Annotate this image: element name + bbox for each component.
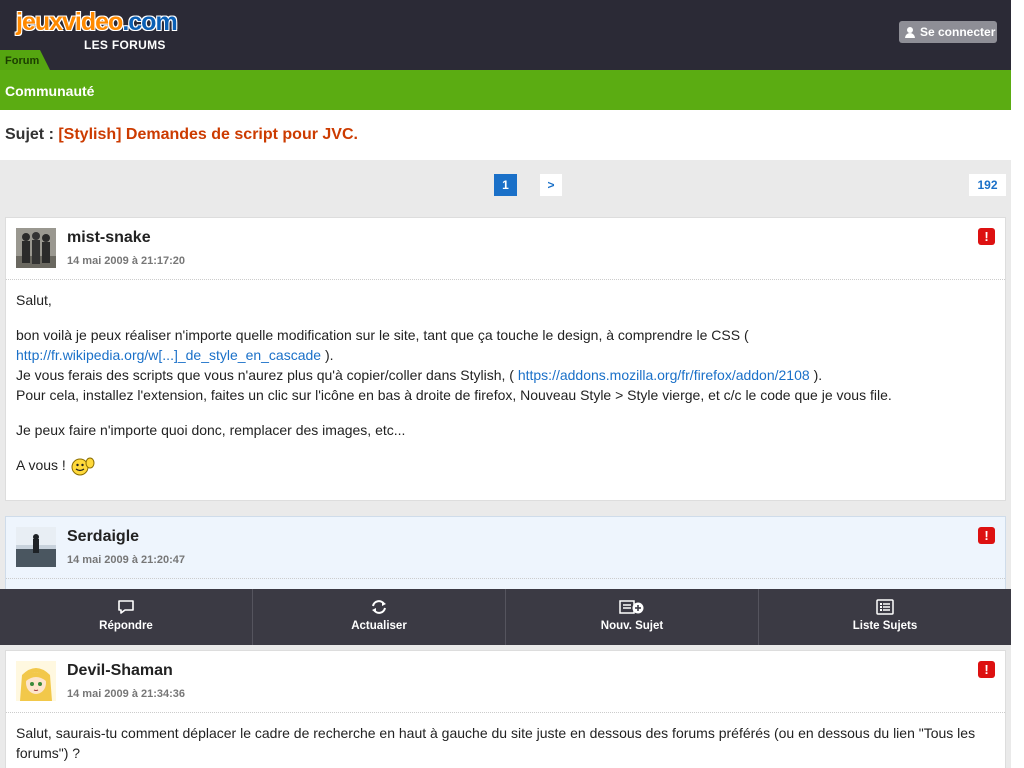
- reply-button[interactable]: Répondre: [0, 589, 253, 645]
- report-icon[interactable]: !: [978, 661, 995, 678]
- post-paragraph: A vous !: [16, 455, 995, 476]
- topic-list-button[interactable]: Liste Sujets: [759, 589, 1011, 645]
- page-next-button[interactable]: >: [540, 174, 562, 196]
- refresh-button[interactable]: Actualiser: [253, 589, 506, 645]
- post: mist-snake 14 mai 2009 à 21:17:20 ! Salu…: [5, 217, 1006, 501]
- smiley-icon: [71, 457, 95, 476]
- page-current[interactable]: 1: [494, 174, 517, 196]
- post: Serdaigle 14 mai 2009 à 21:20:47 !: [5, 516, 1006, 596]
- post-paragraph: Je peux faire n'importe quoi donc, rempl…: [16, 422, 406, 438]
- post-paragraph: bon voilà je peux réaliser n'importe que…: [16, 325, 995, 405]
- logo-text-main: jeuxvideo: [16, 8, 123, 36]
- post-author[interactable]: Serdaigle: [67, 528, 139, 546]
- post-text: A vous !: [16, 457, 66, 473]
- mozilla-addon-link[interactable]: https://addons.mozilla.org/fr/firefox/ad…: [518, 367, 810, 383]
- post-text: ).: [813, 367, 823, 383]
- post-date[interactable]: 14 mai 2009 à 21:20:47: [67, 554, 185, 566]
- action-bar: Répondre Actualiser Nouv. Sujet Liste Su…: [0, 589, 1011, 645]
- avatar[interactable]: [16, 661, 56, 701]
- post-text: bon voilà je peux réaliser n'importe que…: [16, 327, 749, 343]
- post-author[interactable]: mist-snake: [67, 229, 151, 247]
- post-text: ).: [324, 347, 334, 363]
- list-icon: [876, 599, 894, 615]
- post-header: Devil-Shaman 14 mai 2009 à 21:34:36 !: [6, 651, 1005, 713]
- post-body: Salut, saurais-tu comment déplacer le ca…: [6, 713, 1005, 763]
- refresh-label: Actualiser: [351, 620, 407, 632]
- avatar[interactable]: [16, 228, 56, 268]
- post-text: Je vous ferais des scripts que vous n'au…: [16, 367, 514, 383]
- topic-list-label: Liste Sujets: [852, 620, 918, 632]
- site-header: jeuxvideo.com LES FORUMS Se connecter: [0, 0, 1011, 70]
- new-topic-icon: [619, 600, 644, 614]
- post: Devil-Shaman 14 mai 2009 à 21:34:36 ! Sa…: [5, 650, 1006, 768]
- subject-heading: Sujet : [Stylish] Demandes de script pou…: [5, 126, 358, 144]
- subject-prefix: Sujet :: [5, 126, 54, 143]
- post-header: Serdaigle 14 mai 2009 à 21:20:47 !: [6, 517, 1005, 579]
- avatar[interactable]: [16, 527, 56, 567]
- user-icon: [905, 26, 915, 38]
- post-date[interactable]: 14 mai 2009 à 21:17:20: [67, 255, 185, 267]
- login-button[interactable]: Se connecter: [899, 21, 997, 43]
- reply-icon: [118, 600, 134, 614]
- logo-text-com: .com: [122, 8, 177, 36]
- post-header: mist-snake 14 mai 2009 à 21:17:20 !: [6, 218, 1005, 280]
- new-topic-label: Nouv. Sujet: [600, 620, 664, 632]
- subject-title: [Stylish] Demandes de script pour JVC.: [58, 126, 358, 143]
- post-date[interactable]: 14 mai 2009 à 21:34:36: [67, 688, 185, 700]
- refresh-icon: [372, 600, 386, 614]
- category-title[interactable]: Communauté: [5, 83, 94, 99]
- logo-subtitle: LES FORUMS: [84, 38, 166, 52]
- page-last-button[interactable]: 192: [969, 174, 1006, 196]
- post-author[interactable]: Devil-Shaman: [67, 662, 173, 680]
- wikipedia-link[interactable]: http://fr.wikipedia.org/w[...]_de_style_…: [16, 347, 321, 363]
- post-paragraph: Salut,: [16, 292, 52, 308]
- new-topic-button[interactable]: Nouv. Sujet: [506, 589, 759, 645]
- report-icon[interactable]: !: [978, 527, 995, 544]
- category-bar: Communauté: [0, 70, 1011, 110]
- reply-label: Répondre: [99, 620, 153, 632]
- post-body: Salut, bon voilà je peux réaliser n'impo…: [6, 280, 1005, 476]
- login-label: Se connecter: [920, 25, 996, 39]
- post-paragraph: Salut, saurais-tu comment déplacer le ca…: [16, 725, 976, 761]
- post-text: Pour cela, installez l'extension, faites…: [16, 387, 892, 403]
- report-icon[interactable]: !: [978, 228, 995, 245]
- jeuxvideo-logo[interactable]: jeuxvideo.com LES FORUMS: [16, 8, 178, 54]
